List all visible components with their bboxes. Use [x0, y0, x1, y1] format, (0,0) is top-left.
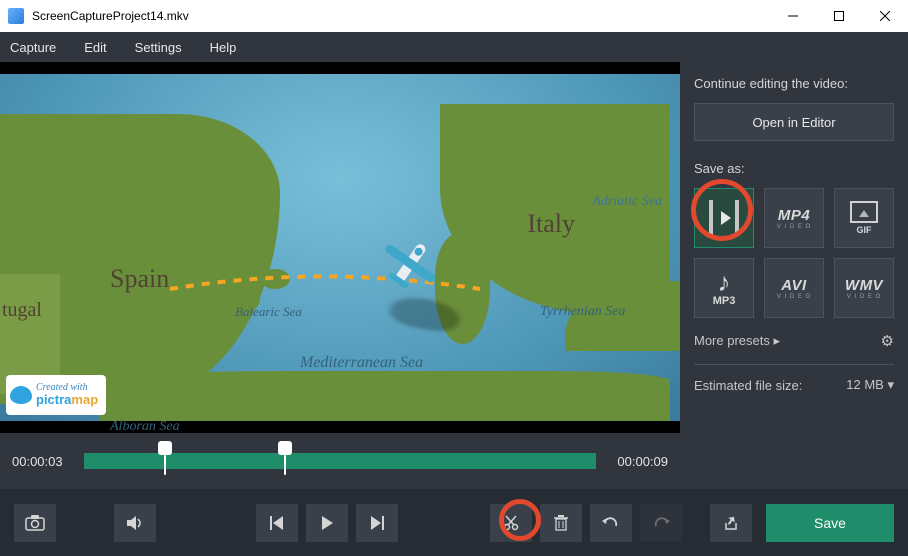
more-presets-row: More presets ▸ ⚙: [694, 332, 894, 350]
playhead-handle[interactable]: [278, 441, 292, 455]
prev-button[interactable]: [256, 504, 298, 542]
save-as-label: Save as:: [694, 161, 894, 176]
app-icon: [8, 8, 24, 24]
video-preview[interactable]: Spain Italy tugal Mediterranean Sea Bale…: [0, 62, 680, 433]
settings-gear-icon[interactable]: ⚙: [881, 332, 894, 350]
watermark-brand2: map: [71, 392, 98, 407]
menu-edit[interactable]: Edit: [84, 40, 106, 55]
share-button[interactable]: [710, 504, 752, 542]
menu-settings[interactable]: Settings: [135, 40, 182, 55]
time-current: 00:00:03: [12, 454, 72, 469]
format-avi[interactable]: AVI V I D E O: [764, 258, 824, 318]
map-content: Spain Italy tugal Mediterranean Sea Bale…: [0, 74, 680, 421]
window-title: ScreenCaptureProject14.mkv: [32, 9, 770, 23]
trim-start-line: [164, 455, 166, 475]
cut-button[interactable]: [490, 504, 532, 542]
filmstrip-icon: [709, 200, 739, 236]
menu-capture[interactable]: Capture: [10, 40, 56, 55]
continue-label: Continue editing the video:: [694, 76, 894, 91]
land-africa: [100, 371, 670, 421]
volume-button[interactable]: [114, 504, 156, 542]
format-mp3-label: MP3: [713, 295, 736, 307]
playback-controls: [256, 504, 398, 542]
format-video[interactable]: [694, 188, 754, 248]
music-note-icon: ♪: [718, 269, 731, 295]
menubar: Capture Edit Settings Help: [0, 32, 908, 62]
label-portugal: tugal: [2, 299, 42, 322]
next-button[interactable]: [356, 504, 398, 542]
format-mp4-label: MP4: [778, 207, 810, 224]
trash-icon: [554, 515, 568, 531]
format-mp4-sub: V I D E O: [777, 224, 811, 230]
format-gif[interactable]: GIF: [834, 188, 894, 248]
format-avi-label: AVI: [781, 277, 806, 294]
preview-column: Spain Italy tugal Mediterranean Sea Bale…: [0, 62, 680, 489]
minimize-button[interactable]: [770, 0, 816, 32]
watermark-bird-icon: [10, 386, 32, 404]
play-icon: [320, 516, 334, 530]
watermark-brand1: pictra: [36, 392, 71, 407]
watermark-text: Created with pictramap: [36, 383, 98, 407]
play-button[interactable]: [306, 504, 348, 542]
label-alboran: Alboran Sea: [110, 419, 180, 433]
redo-icon: [652, 516, 670, 530]
skip-forward-icon: [370, 516, 384, 530]
trim-start-handle[interactable]: [158, 441, 172, 455]
open-in-editor-label: Open in Editor: [752, 115, 835, 130]
maximize-button[interactable]: [816, 0, 862, 32]
land-corsica: [445, 174, 485, 229]
main-area: Spain Italy tugal Mediterranean Sea Bale…: [0, 62, 908, 489]
playhead-line: [284, 455, 286, 475]
screenshot-button[interactable]: [14, 504, 56, 542]
label-adriatic: Adriatic Sea: [592, 194, 662, 210]
format-mp4[interactable]: MP4 V I D E O: [764, 188, 824, 248]
save-label: Save: [814, 515, 846, 531]
scissors-icon: [503, 515, 519, 531]
open-in-editor-button[interactable]: Open in Editor: [694, 103, 894, 141]
camera-icon: [25, 515, 45, 531]
watermark: Created with pictramap: [6, 375, 106, 415]
titlebar: ScreenCaptureProject14.mkv: [0, 0, 908, 32]
timeline-track[interactable]: [84, 447, 596, 475]
window-controls: [770, 0, 908, 32]
format-grid: MP4 V I D E O GIF ♪ MP3 AVI V I D E O WM…: [694, 188, 894, 318]
panel-divider: [694, 364, 894, 365]
format-wmv[interactable]: WMV V I D E O: [834, 258, 894, 318]
chevron-down-icon: ▾: [887, 377, 894, 392]
image-icon: [850, 201, 878, 223]
label-italy: Italy: [527, 209, 575, 239]
plane-icon: [375, 229, 445, 304]
format-gif-label: GIF: [857, 225, 872, 235]
chevron-right-icon: ▸: [774, 333, 781, 348]
label-spain: Spain: [110, 264, 169, 294]
label-tyrrhenian: Tyrrhenian Sea: [540, 304, 625, 320]
skip-back-icon: [270, 516, 284, 530]
format-wmv-sub: V I D E O: [847, 294, 881, 300]
share-icon: [723, 515, 739, 531]
label-mediterranean: Mediterranean Sea: [300, 354, 423, 372]
track-bar: [84, 453, 596, 469]
close-button[interactable]: [862, 0, 908, 32]
redo-button[interactable]: [640, 504, 682, 542]
format-mp3[interactable]: ♪ MP3: [694, 258, 754, 318]
more-presets-link[interactable]: More presets ▸: [694, 333, 780, 349]
delete-button[interactable]: [540, 504, 582, 542]
more-presets-label: More presets: [694, 333, 770, 348]
bottom-toolbar: Save: [0, 489, 908, 556]
file-size-value[interactable]: 12 MB ▾: [846, 377, 894, 393]
time-duration: 00:00:09: [608, 454, 668, 469]
edit-controls: [490, 504, 682, 542]
format-wmv-label: WMV: [845, 277, 883, 294]
file-size-row: Estimated file size: 12 MB ▾: [694, 377, 894, 393]
timeline: 00:00:03 00:00:09: [0, 433, 680, 489]
save-button[interactable]: Save: [766, 504, 894, 542]
file-size-label: Estimated file size:: [694, 378, 802, 393]
speaker-icon: [126, 515, 144, 531]
side-panel: Continue editing the video: Open in Edit…: [680, 62, 908, 489]
menu-help[interactable]: Help: [210, 40, 237, 55]
undo-button[interactable]: [590, 504, 632, 542]
undo-icon: [602, 516, 620, 530]
format-avi-sub: V I D E O: [777, 294, 811, 300]
